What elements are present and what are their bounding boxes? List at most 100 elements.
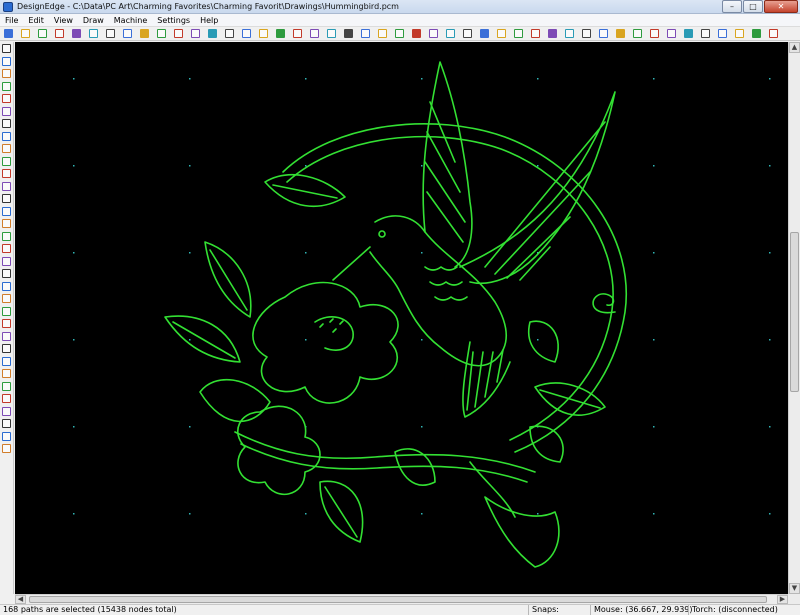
align-icon[interactable] bbox=[718, 29, 727, 38]
node-edit-icon[interactable] bbox=[2, 56, 11, 66]
fillet-icon[interactable] bbox=[463, 29, 472, 38]
ellipse-icon[interactable] bbox=[327, 29, 336, 38]
square-icon[interactable] bbox=[276, 29, 285, 38]
export-icon[interactable] bbox=[89, 29, 98, 38]
arc-3pt-icon[interactable] bbox=[2, 169, 11, 178]
rectangle-tool-icon[interactable] bbox=[2, 119, 11, 128]
rotate-tool-icon[interactable] bbox=[2, 156, 11, 166]
scroll-right-icon[interactable]: ▶ bbox=[777, 595, 788, 604]
zoom-fit-icon[interactable] bbox=[548, 29, 557, 38]
delete-icon[interactable] bbox=[2, 444, 11, 453]
print-preview-icon[interactable] bbox=[123, 29, 132, 38]
scroll-up-icon[interactable]: ▲ bbox=[789, 42, 800, 53]
fit-page-icon[interactable] bbox=[616, 29, 625, 38]
scale-icon[interactable] bbox=[2, 294, 11, 303]
bezier-icon[interactable] bbox=[2, 206, 11, 216]
join-tool-icon[interactable] bbox=[2, 419, 11, 428]
save-as-icon[interactable] bbox=[55, 29, 64, 38]
minimize-button[interactable]: – bbox=[722, 0, 742, 13]
break-path-icon[interactable] bbox=[378, 29, 387, 38]
mirror-icon[interactable] bbox=[684, 29, 693, 38]
group-icon[interactable] bbox=[191, 29, 200, 38]
lead-in-icon[interactable] bbox=[752, 29, 761, 38]
cut-path-icon[interactable] bbox=[361, 29, 370, 38]
copy-icon[interactable] bbox=[2, 281, 11, 291]
undo-icon[interactable] bbox=[157, 29, 166, 38]
trim-tool-icon[interactable] bbox=[2, 381, 11, 391]
measure-icon[interactable] bbox=[2, 256, 11, 266]
corner-icon[interactable] bbox=[2, 331, 11, 341]
select-pointer-icon[interactable] bbox=[633, 29, 642, 38]
print-icon[interactable] bbox=[106, 29, 115, 38]
hummingbird-artwork[interactable] bbox=[164, 61, 627, 568]
extend-icon[interactable] bbox=[2, 369, 11, 378]
import-icon[interactable] bbox=[72, 29, 81, 38]
menu-view[interactable]: View bbox=[49, 16, 78, 25]
pan-icon[interactable] bbox=[599, 29, 608, 38]
move-icon[interactable] bbox=[2, 269, 11, 278]
circle-center-icon[interactable] bbox=[2, 131, 11, 141]
circle-3pt-icon[interactable] bbox=[2, 144, 11, 153]
zoom-in-icon[interactable] bbox=[497, 29, 506, 38]
ungroup-icon[interactable] bbox=[208, 29, 217, 38]
join-icon[interactable] bbox=[395, 29, 404, 38]
scroll-down-icon[interactable]: ▼ bbox=[789, 583, 800, 594]
vertical-scrollbar[interactable]: ▲ ▼ bbox=[788, 42, 800, 594]
arc-icon[interactable] bbox=[446, 29, 455, 38]
properties-icon[interactable] bbox=[140, 29, 149, 38]
arc-tool-icon[interactable] bbox=[2, 94, 11, 103]
point-icon[interactable] bbox=[2, 106, 11, 116]
rectangle-icon[interactable] bbox=[225, 29, 234, 38]
menu-file[interactable]: File bbox=[0, 16, 23, 25]
redo-icon[interactable] bbox=[174, 29, 183, 38]
settings-icon[interactable] bbox=[769, 29, 778, 38]
scroll-left-icon[interactable]: ◀ bbox=[15, 595, 26, 604]
vertical-scroll-thumb[interactable] bbox=[790, 232, 799, 392]
menu-settings[interactable]: Settings bbox=[152, 16, 195, 25]
new-file-icon[interactable] bbox=[4, 29, 13, 38]
menu-draw[interactable]: Draw bbox=[78, 16, 109, 25]
polygon-icon[interactable] bbox=[310, 29, 319, 38]
split-icon[interactable] bbox=[2, 406, 11, 416]
distribute-icon[interactable] bbox=[735, 29, 744, 38]
select-icon[interactable] bbox=[2, 44, 11, 53]
horizontal-scroll-thumb[interactable] bbox=[29, 596, 767, 603]
spiral-icon[interactable] bbox=[2, 219, 11, 228]
horizontal-scrollbar[interactable]: ◀ ▶ bbox=[15, 594, 788, 604]
rounded-rect-icon[interactable] bbox=[242, 29, 251, 38]
zoom-select-icon[interactable] bbox=[582, 29, 591, 38]
chamfer-icon[interactable] bbox=[2, 356, 11, 366]
node-delete-icon[interactable] bbox=[429, 29, 438, 38]
open-folder-icon[interactable] bbox=[21, 29, 30, 38]
maximize-button[interactable]: □ bbox=[743, 0, 763, 13]
spline-icon[interactable] bbox=[2, 194, 11, 203]
save-icon[interactable] bbox=[38, 29, 47, 38]
circle-icon[interactable] bbox=[293, 29, 302, 38]
offset-tool-icon[interactable] bbox=[2, 319, 11, 328]
select-node-icon[interactable] bbox=[650, 29, 659, 38]
zoom-out-icon[interactable] bbox=[514, 29, 523, 38]
text-icon[interactable] bbox=[2, 231, 11, 241]
drawing-canvas[interactable] bbox=[15, 42, 788, 594]
line-icon[interactable] bbox=[2, 81, 11, 91]
offset-icon[interactable] bbox=[480, 29, 489, 38]
star-icon[interactable] bbox=[344, 29, 353, 38]
parallelogram-icon[interactable] bbox=[259, 29, 268, 38]
curve-icon[interactable] bbox=[2, 181, 11, 191]
zoom-previous-icon[interactable] bbox=[565, 29, 574, 38]
close-button[interactable]: ✕ bbox=[764, 0, 798, 13]
menu-edit[interactable]: Edit bbox=[23, 16, 49, 25]
zoom-window-icon[interactable] bbox=[531, 29, 540, 38]
marquee-icon[interactable] bbox=[667, 29, 676, 38]
explode-icon[interactable] bbox=[2, 431, 11, 441]
break-icon[interactable] bbox=[2, 394, 11, 403]
trim-icon[interactable] bbox=[412, 29, 421, 38]
leaf-9 bbox=[529, 425, 564, 463]
dimension-icon[interactable] bbox=[2, 244, 11, 253]
menu-help[interactable]: Help bbox=[195, 16, 223, 25]
fillet-tool-icon[interactable] bbox=[2, 344, 11, 353]
clock-icon[interactable] bbox=[2, 306, 11, 316]
menu-machine[interactable]: Machine bbox=[109, 16, 153, 25]
grid-snap-icon[interactable] bbox=[2, 69, 11, 78]
rotate-icon[interactable] bbox=[701, 29, 710, 38]
